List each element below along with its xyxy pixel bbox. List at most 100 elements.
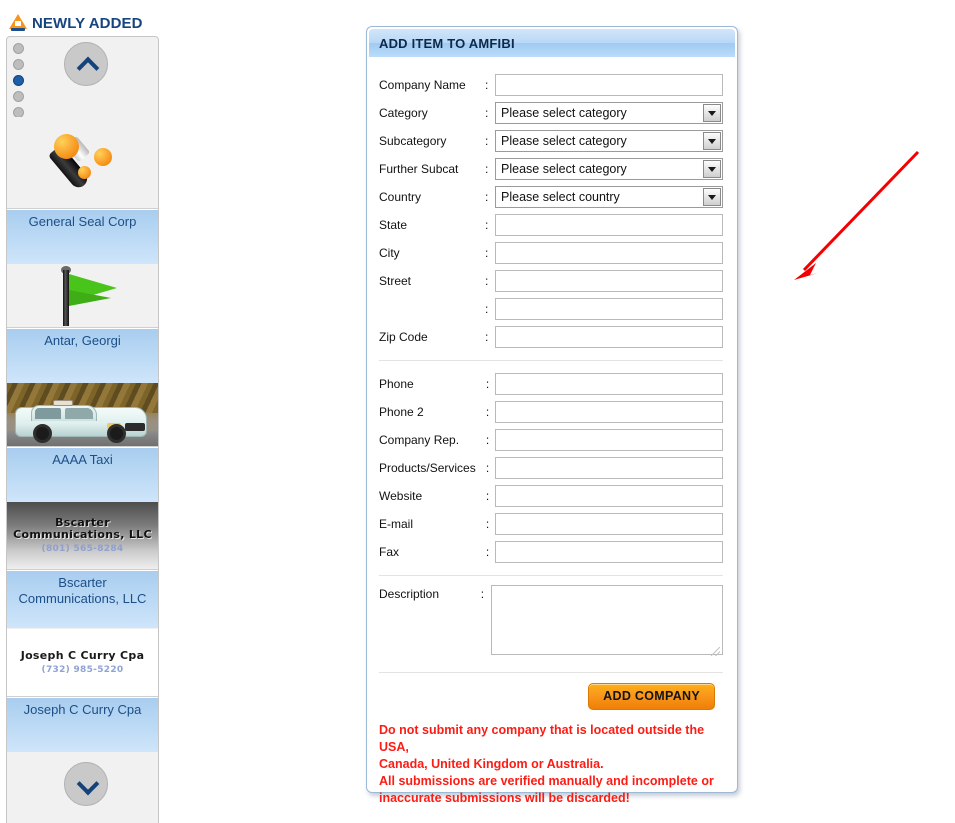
section-divider (379, 575, 723, 576)
phone-2-input[interactable] (495, 401, 723, 423)
field-label: State (379, 218, 408, 232)
section-divider (379, 360, 723, 361)
chevron-down-icon[interactable] (703, 160, 721, 178)
pager-dot[interactable] (13, 43, 24, 54)
description-wrapper (491, 585, 723, 660)
field-label: Zip Code (379, 330, 428, 344)
company-name-input[interactable] (495, 74, 723, 96)
form-row-phone: Phone : (379, 370, 723, 398)
chevron-down-icon[interactable] (703, 104, 721, 122)
colon-separator: : (485, 517, 490, 531)
form-row-city: City : (379, 239, 723, 267)
colon-separator: : (485, 302, 489, 316)
company-rep-input[interactable] (495, 429, 723, 451)
further-subcat-select[interactable]: Please select category (495, 158, 723, 180)
field-label: Category (379, 106, 428, 120)
field-label: Subcategory (379, 134, 447, 148)
street-2-input[interactable] (495, 298, 723, 320)
colon-separator: : (480, 587, 485, 601)
state-input[interactable] (495, 214, 723, 236)
sidebar-header: NEWLY ADDED (8, 12, 143, 34)
category-select[interactable]: Please select category (495, 102, 723, 124)
list-item-label: Bscarter Communications, LLC (7, 570, 158, 628)
pager-dot[interactable] (13, 91, 24, 102)
list-item-thumb (7, 117, 158, 209)
form-row-products-services: Products/Services : (379, 454, 723, 482)
zip-code-input[interactable] (495, 326, 723, 348)
list-item-thumb: Joseph C Curry Cpa (732) 985-5220 (7, 629, 158, 697)
green-flag-icon (43, 265, 123, 326)
form-row-email: E-mail : (379, 510, 723, 538)
list-item[interactable]: AAAA Taxi (7, 383, 158, 502)
field-label (379, 295, 485, 323)
submit-row: ADD COMPANY (379, 683, 723, 710)
colon-separator: : (485, 489, 490, 503)
amfibi-a-logo-icon (8, 13, 28, 33)
add-company-button[interactable]: ADD COMPANY (588, 683, 715, 710)
pager-dot-active[interactable] (13, 75, 24, 86)
contact-fields-table: Phone : Phone 2 : Company Rep. : Product… (379, 370, 723, 566)
scroll-down-button[interactable] (64, 762, 108, 806)
colon-separator: : (485, 190, 489, 204)
fax-input[interactable] (495, 541, 723, 563)
field-label: Company Rep. (379, 433, 460, 447)
chevron-down-icon[interactable] (703, 188, 721, 206)
subcategory-select[interactable]: Please select category (495, 130, 723, 152)
chevron-up-icon (78, 56, 95, 73)
description-textarea[interactable] (491, 585, 723, 655)
street-input[interactable] (495, 270, 723, 292)
form-row-subcategory: Subcategory : Please select category (379, 127, 723, 155)
field-label: Further Subcat (379, 162, 459, 176)
field-label: Website (379, 489, 423, 503)
logo-company-name: Joseph C Curry Cpa (20, 649, 145, 662)
form-row-street-2: : (379, 295, 723, 323)
colon-separator: : (485, 433, 490, 447)
list-item[interactable]: General Seal Corp (7, 117, 158, 264)
description-table: Description : (379, 585, 723, 660)
field-label: Products/Services (379, 461, 476, 475)
list-item-thumb (7, 264, 158, 328)
colon-separator: : (485, 218, 489, 232)
field-label: Country (379, 190, 422, 204)
logo-phone-number: (801) 565-8284 (41, 544, 124, 554)
colon-separator: : (485, 461, 490, 475)
warning-line: Do not submit any company that is locate… (379, 723, 705, 754)
category-select-value: Please select category (501, 106, 627, 120)
logo-company-name: Bscarter Communications, LLC (13, 516, 152, 541)
colon-separator: : (485, 246, 489, 260)
list-item-label: Antar, Georgi (7, 328, 158, 383)
taxi-car-image (7, 383, 158, 446)
section-divider (379, 672, 723, 673)
form-row-zip-code: Zip Code : (379, 323, 723, 351)
colon-separator: : (485, 545, 490, 559)
colon-separator: : (485, 106, 489, 120)
form-row-company-name: Company Name : (379, 71, 723, 99)
pager-dots[interactable] (13, 43, 27, 123)
country-select-value: Please select country (501, 190, 620, 204)
form-row-street: Street : (379, 267, 723, 295)
form-row-state: State : (379, 211, 723, 239)
list-item-label: General Seal Corp (7, 209, 158, 264)
colon-separator: : (485, 78, 489, 92)
colon-separator: : (485, 134, 489, 148)
products-services-input[interactable] (495, 457, 723, 479)
pager-dot[interactable] (13, 59, 24, 70)
website-input[interactable] (495, 485, 723, 507)
chevron-down-icon[interactable] (703, 132, 721, 150)
form-row-description: Description : (379, 585, 723, 660)
red-arrow-icon (794, 150, 920, 280)
scroll-up-button[interactable] (64, 42, 108, 86)
list-item[interactable]: Joseph C Curry Cpa (732) 985-5220 Joseph… (7, 629, 158, 752)
city-input[interactable] (495, 242, 723, 264)
field-label: Company Name (379, 78, 466, 92)
list-item-thumb (7, 383, 158, 447)
country-select[interactable]: Please select country (495, 186, 723, 208)
colon-separator: : (485, 405, 490, 419)
form-row-fax: Fax : (379, 538, 723, 566)
list-item[interactable]: Bscarter Communications, LLC (801) 565-8… (7, 502, 158, 628)
colon-separator: : (485, 274, 489, 288)
list-item[interactable]: Antar, Georgi (7, 264, 158, 383)
phone-input[interactable] (495, 373, 723, 395)
red-arrow-annotation (770, 130, 950, 300)
email-input[interactable] (495, 513, 723, 535)
